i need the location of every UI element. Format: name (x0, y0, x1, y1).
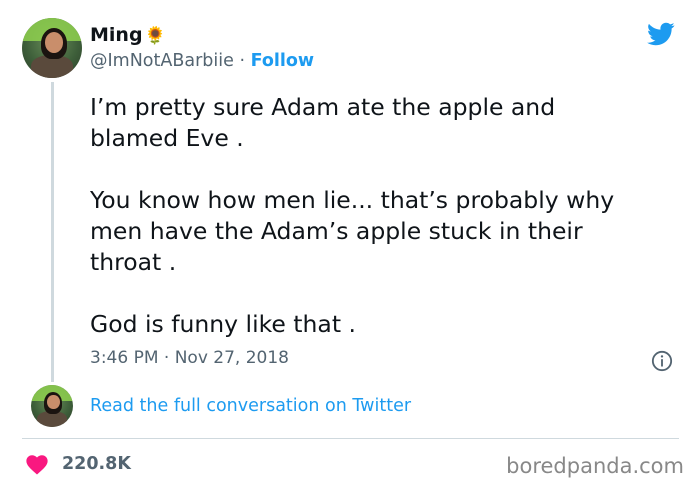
source-watermark: boredpanda.com (506, 454, 684, 478)
avatar-face (44, 32, 63, 53)
tweet-text: I’m pretty sure Adam ate the apple and b… (90, 93, 615, 338)
like-count: 220.8K (62, 454, 131, 474)
divider (22, 438, 679, 439)
author-display-name[interactable]: Ming 🌻 (90, 24, 166, 46)
author-handle[interactable]: @ImNotABarbiie (90, 51, 234, 71)
heart-icon[interactable] (26, 455, 48, 475)
handle-separator: · (233, 51, 251, 71)
avatar-face (46, 395, 60, 410)
author-avatar[interactable] (22, 18, 82, 78)
sunflower-icon: 🌻 (144, 26, 166, 46)
info-icon[interactable] (651, 350, 673, 372)
conversation-avatar[interactable] (31, 385, 73, 427)
read-conversation-link[interactable]: Read the full conversation on Twitter (90, 396, 411, 416)
tweet-timestamp[interactable]: 3:46 PM · Nov 27, 2018 (90, 348, 289, 368)
twitter-bird-icon[interactable] (645, 20, 677, 48)
follow-button[interactable]: Follow (251, 51, 314, 71)
thread-connector-line (51, 82, 54, 382)
author-handle-line: @ImNotABarbiie · Follow (90, 51, 314, 71)
author-name-text: Ming (90, 24, 143, 46)
